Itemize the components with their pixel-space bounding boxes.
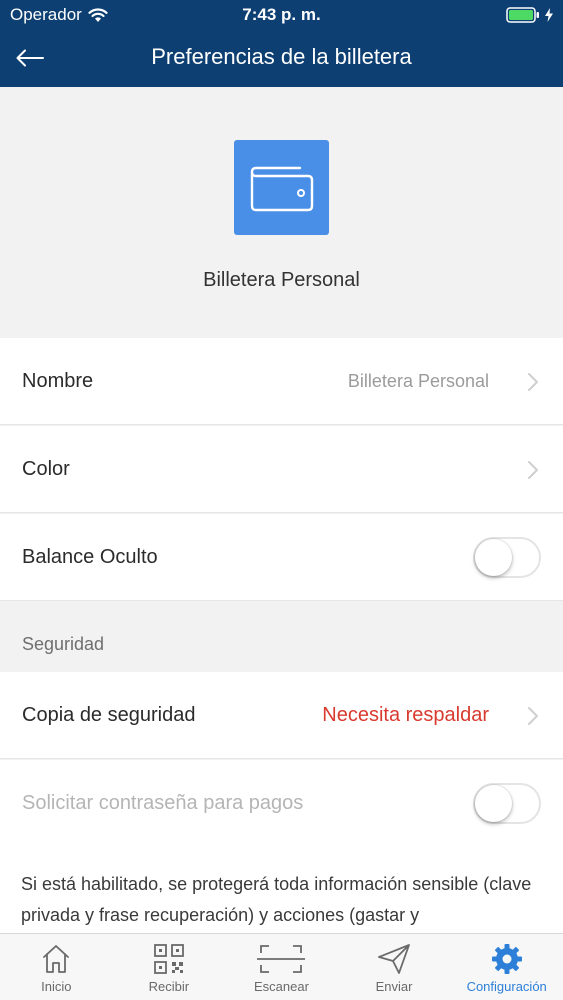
password-row: Solicitar contraseña para pagos: [0, 760, 563, 847]
send-icon: [378, 944, 410, 974]
tab-label: Enviar: [375, 979, 413, 994]
section-header-seguridad: Seguridad: [0, 601, 563, 672]
charging-bolt-icon: [545, 8, 553, 22]
tab-enviar[interactable]: Enviar: [338, 934, 451, 1000]
toggle-knob: [475, 785, 512, 822]
backup-label: Copia de seguridad: [22, 704, 196, 726]
toggle-knob: [475, 539, 512, 576]
wallet-header: Billetera Personal: [0, 87, 563, 338]
tab-icon-wrap: [450, 942, 563, 976]
wallet-name: Billetera Personal: [203, 269, 360, 291]
balance-oculto-toggle[interactable]: [473, 537, 541, 578]
section-title: Seguridad: [22, 634, 105, 654]
wallet-icon: [250, 166, 313, 211]
tab-escanear[interactable]: Escanear: [225, 934, 338, 1000]
backup-row[interactable]: Copia de seguridad Necesita respaldar: [0, 672, 563, 759]
battery-icon: [506, 7, 539, 23]
nombre-row[interactable]: Nombre Billetera Personal: [0, 338, 563, 425]
gear-icon: [491, 944, 522, 974]
chevron-right-icon: [528, 373, 538, 391]
tab-configuracion[interactable]: Configuración: [450, 934, 563, 1000]
wallet-avatar: [234, 140, 329, 235]
qr-code-icon: [153, 944, 184, 974]
tab-bar: Inicio Recibir Escanear Enviar Configura…: [0, 933, 563, 1000]
tab-label: Configuración: [466, 979, 547, 994]
balance-oculto-row: Balance Oculto: [0, 514, 563, 601]
password-label: Solicitar contraseña para pagos: [22, 792, 304, 814]
security-description: Si está habilitado, se protegerá toda in…: [0, 846, 563, 934]
tab-icon-wrap: [113, 942, 226, 976]
tab-icon-wrap: [225, 942, 338, 976]
status-right: [506, 7, 553, 23]
color-label: Color: [22, 458, 70, 480]
nav-bar: Preferencias de la billetera: [0, 30, 563, 87]
balance-oculto-label: Balance Oculto: [22, 546, 158, 568]
chevron-right-icon: [528, 461, 538, 479]
description-text: Si está habilitado, se protegerá toda in…: [21, 874, 532, 925]
tab-icon-wrap: [0, 942, 113, 976]
backup-status: Necesita respaldar: [322, 704, 489, 726]
tab-icon-wrap: [338, 942, 451, 976]
chevron-right-icon: [528, 707, 538, 725]
scan-icon: [257, 945, 306, 973]
home-icon: [43, 945, 70, 973]
status-bar: Operador 7:43 p. m.: [0, 0, 563, 30]
status-time: 7:43 p. m.: [242, 5, 321, 24]
tab-inicio[interactable]: Inicio: [0, 934, 113, 1000]
tab-label: Recibir: [148, 979, 190, 994]
tab-label: Escanear: [254, 979, 309, 994]
nombre-label: Nombre: [22, 370, 94, 392]
tab-recibir[interactable]: Recibir: [113, 934, 226, 1000]
tab-label: Inicio: [41, 979, 72, 994]
nombre-value: Billetera Personal: [347, 371, 489, 391]
password-toggle[interactable]: [473, 783, 541, 824]
page-title: Preferencias de la billetera: [151, 44, 412, 69]
color-row[interactable]: Color: [0, 426, 563, 513]
